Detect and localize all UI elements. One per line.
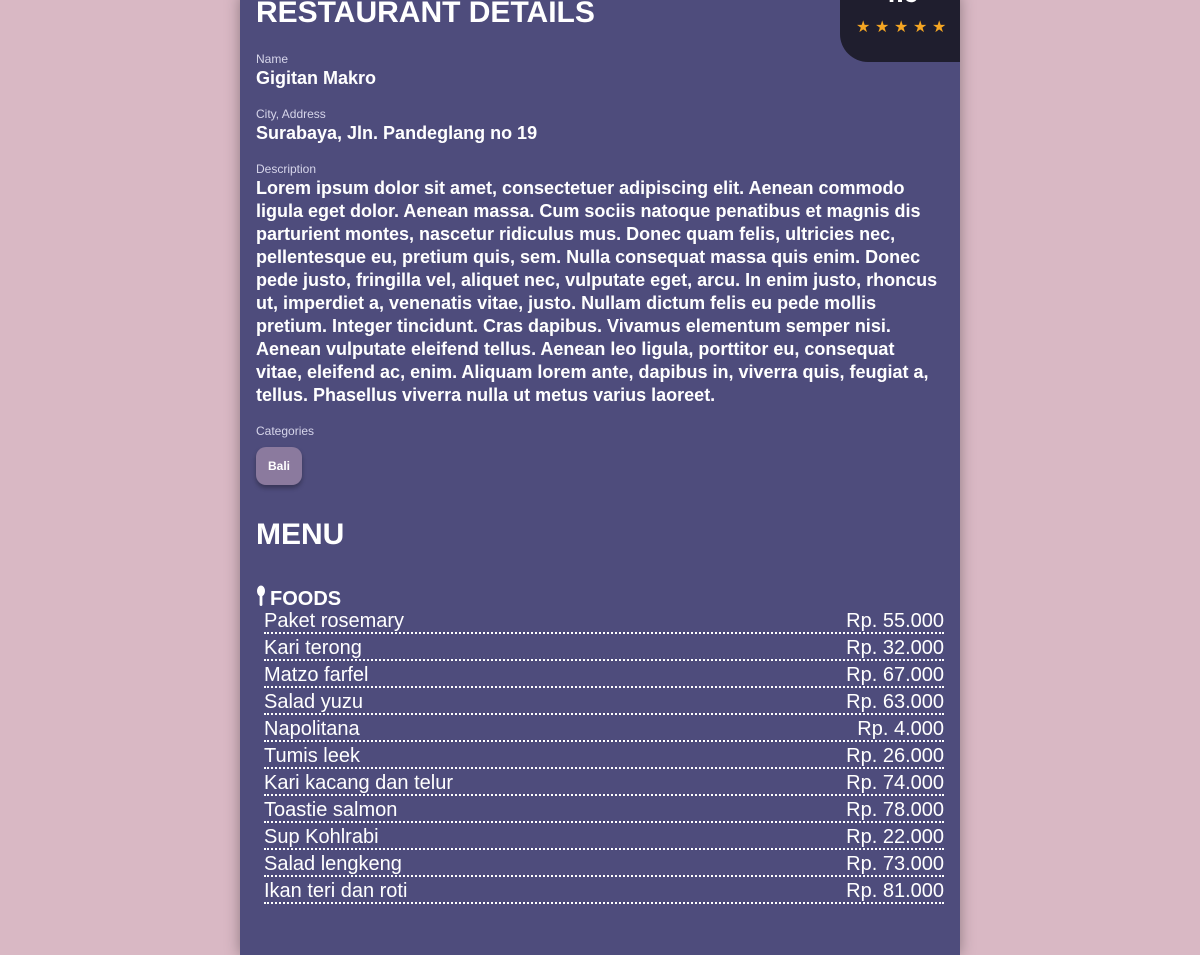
food-price: Rp. 74.000 (846, 772, 944, 794)
list-item: Paket rosemary Rp. 55.000 (264, 607, 944, 634)
rating-box: 4.9 ★ ★ ★ ★ ★ (840, 0, 960, 62)
restaurant-address: Surabaya, Jln. Pandeglang no 19 (256, 123, 538, 143)
page-title: RESTAURANT DETAILS (256, 0, 595, 29)
list-item: Salad lengkeng Rp. 73.000 (264, 850, 944, 877)
rating-stars: ★ ★ ★ ★ ★ (856, 20, 948, 36)
rating-value: 4.9 (840, 0, 960, 9)
description-label: Description (256, 162, 317, 176)
category-chip[interactable]: Bali (256, 447, 302, 485)
food-name: Salad yuzu (264, 691, 363, 713)
list-item: Tumis leek Rp. 26.000 (264, 742, 944, 769)
address-label: City, Address (256, 107, 326, 121)
list-item: Kari kacang dan telur Rp. 74.000 (264, 769, 944, 796)
categories-label: Categories (256, 424, 315, 438)
food-name: Kari kacang dan telur (264, 772, 454, 794)
star-icon: ★ (856, 19, 871, 36)
restaurant-name: Gigitan Makro (256, 68, 377, 88)
star-icon: ★ (894, 19, 909, 36)
food-price: Rp. 63.000 (846, 691, 944, 713)
list-item: Napolitana Rp. 4.000 (264, 715, 944, 742)
food-name: Ikan teri dan roti (264, 880, 408, 902)
food-price: Rp. 73.000 (846, 853, 944, 875)
list-item: Sup Kohlrabi Rp. 22.000 (264, 823, 944, 850)
food-name: Sup Kohlrabi (264, 826, 379, 848)
food-name: Paket rosemary (264, 610, 405, 632)
star-icon: ★ (875, 19, 890, 36)
food-name: Kari terong (264, 637, 362, 659)
food-name: Tumis leek (264, 745, 360, 767)
list-item: Salad yuzu Rp. 63.000 (264, 688, 944, 715)
food-price: Rp. 26.000 (846, 745, 944, 767)
list-item: Toastie salmon Rp. 78.000 (264, 796, 944, 823)
foods-list: Paket rosemary Rp. 55.000 Kari terong Rp… (264, 607, 944, 904)
food-price: Rp. 22.000 (846, 826, 944, 848)
menu-title: MENU (256, 518, 345, 551)
name-label: Name (256, 52, 289, 66)
star-icon: ★ (932, 19, 947, 36)
restaurant-description: Lorem ipsum dolor sit amet, consectetuer… (256, 178, 938, 405)
food-name: Matzo farfel (264, 664, 369, 686)
list-item: Kari terong Rp. 32.000 (264, 634, 944, 661)
food-price: Rp. 4.000 (857, 718, 944, 740)
food-price: Rp. 55.000 (846, 610, 944, 632)
food-price: Rp. 32.000 (846, 637, 944, 659)
food-name: Salad lengkeng (264, 853, 402, 875)
restaurant-detail-card: 4.9 ★ ★ ★ ★ ★ RESTAURANT DETAILS Name Gi… (240, 0, 960, 955)
star-icon: ★ (913, 19, 928, 36)
food-price: Rp. 78.000 (846, 799, 944, 821)
food-price: Rp. 81.000 (846, 880, 944, 902)
food-price: Rp. 67.000 (846, 664, 944, 686)
food-name: Toastie salmon (264, 799, 398, 821)
list-item: Matzo farfel Rp. 67.000 (264, 661, 944, 688)
food-name: Napolitana (264, 718, 360, 740)
